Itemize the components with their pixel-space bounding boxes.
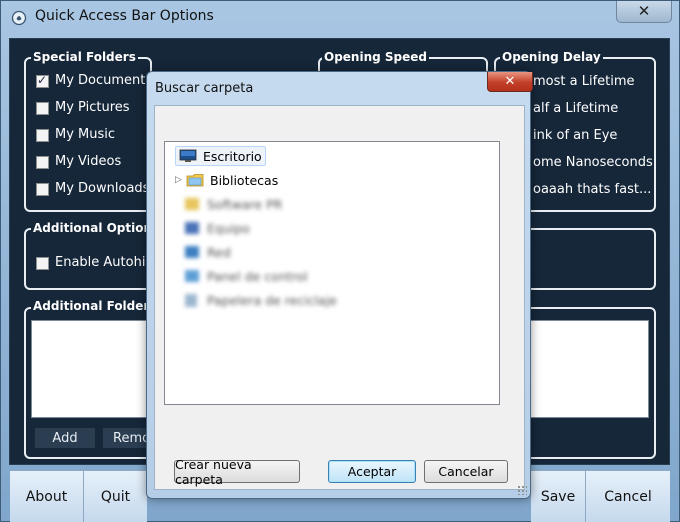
opening-delay-legend: Opening Delay <box>500 50 603 64</box>
tree-item-papelera[interactable]: Papelera de reciclaje <box>185 290 337 310</box>
new-folder-button[interactable]: Crear nueva carpeta <box>174 457 300 487</box>
my-documents-label: My Documents <box>55 73 153 88</box>
app-icon <box>11 10 27 26</box>
tree-item-bibliotecas[interactable]: ▷ Bibliotecas <box>175 170 278 190</box>
dialog-close-button[interactable]: ✕ <box>487 72 533 92</box>
my-downloads-label: My Downloads <box>55 181 150 196</box>
close-icon: ✕ <box>504 74 516 89</box>
my-pictures-label: My Pictures <box>55 100 130 115</box>
my-downloads-checkbox[interactable] <box>36 183 49 196</box>
recycle-bin-icon <box>185 293 197 307</box>
tree-item-panel[interactable]: Panel de control <box>185 266 308 286</box>
delay-option-lifetime[interactable]: most a Lifetime <box>533 74 635 89</box>
my-pictures-checkbox[interactable] <box>36 102 49 115</box>
delay-option-blink[interactable]: ink of an Eye <box>533 128 617 143</box>
close-icon: ✕ <box>637 2 651 20</box>
tree-item-equipo[interactable]: Equipo <box>185 218 250 238</box>
computer-icon <box>185 222 199 234</box>
special-folders-legend: Special Folders <box>31 50 138 64</box>
tree-item-label: Bibliotecas <box>210 172 279 188</box>
desktop-icon <box>179 149 197 162</box>
delay-option-nanoseconds[interactable]: ome Nanoseconds <box>533 155 653 170</box>
folder-tree[interactable]: Escritorio ▷ Bibliotecas Software PR Equ… <box>164 141 500 405</box>
save-button[interactable]: Save <box>531 470 586 522</box>
cancel-button[interactable]: Cancel <box>586 470 670 522</box>
delay-option-half-lifetime[interactable]: alf a Lifetime <box>533 101 618 116</box>
autohide-checkbox[interactable] <box>36 257 49 270</box>
additional-options-legend: Additional Options <box>31 221 162 235</box>
tree-item-label: Red <box>207 244 231 260</box>
my-music-label: My Music <box>55 127 116 142</box>
delay-option-fast[interactable]: oaaah thats fast... <box>533 182 651 197</box>
opening-speed-legend: Opening Speed <box>322 50 429 64</box>
libraries-folder-icon <box>186 174 204 187</box>
tree-item-label: Escritorio <box>203 148 262 164</box>
add-folder-button[interactable]: Add <box>35 428 95 448</box>
my-music-checkbox[interactable] <box>36 129 49 142</box>
about-button[interactable]: About <box>10 470 84 522</box>
tree-item-escritorio[interactable]: Escritorio <box>175 146 266 166</box>
dialog-title: Buscar carpeta <box>155 81 254 96</box>
tree-item-label: Panel de control <box>207 268 308 284</box>
browse-folder-dialog: Buscar carpeta ✕ Escritorio ▷ Biblioteca <box>146 71 533 499</box>
dialog-cancel-button[interactable]: Cancelar <box>424 460 508 483</box>
window-close-button[interactable]: ✕ <box>616 1 672 23</box>
resize-grip-icon[interactable] <box>517 485 527 495</box>
my-documents-checkbox[interactable] <box>36 73 49 88</box>
additional-folders-legend: Additional Folders <box>31 299 159 313</box>
tree-item-label: Papelera de reciclaje <box>207 292 337 308</box>
quit-button[interactable]: Quit <box>84 470 147 522</box>
control-panel-icon <box>185 270 199 282</box>
tree-item-red[interactable]: Red <box>185 242 231 262</box>
tree-item-label: Equipo <box>207 220 250 236</box>
remove-folder-button[interactable]: Remo <box>103 428 146 448</box>
window-title: Quick Access Bar Options <box>35 8 214 24</box>
tree-item-label: Software PR <box>207 196 283 212</box>
accept-button[interactable]: Aceptar <box>328 460 416 483</box>
user-folder-icon <box>185 198 199 210</box>
tree-item-user[interactable]: Software PR <box>185 194 282 214</box>
network-icon <box>185 246 199 258</box>
my-videos-checkbox[interactable] <box>36 156 49 169</box>
expand-arrow-icon[interactable]: ▷ <box>175 175 185 185</box>
my-videos-label: My Videos <box>55 154 122 169</box>
